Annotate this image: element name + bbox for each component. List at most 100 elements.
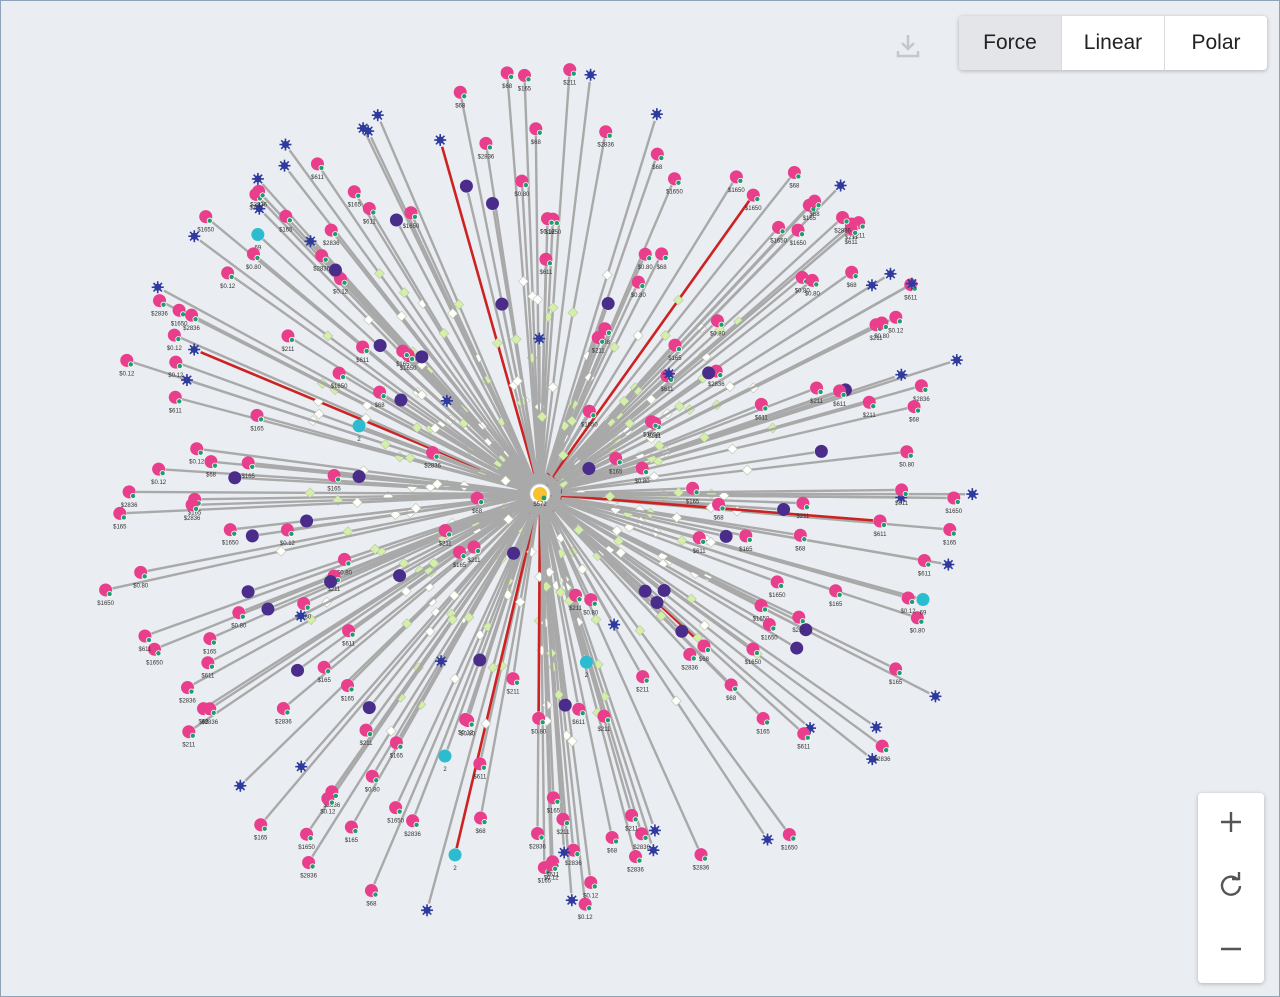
node-label: $211 [592,349,606,355]
node-label: $165 [609,469,623,475]
status-dot [717,372,724,379]
layout-force-button[interactable]: Force [959,16,1061,70]
teal-node [438,749,452,763]
purple-node [601,297,615,311]
zoom-out-button[interactable] [1198,920,1264,983]
status-dot [325,668,332,675]
node-label: $211 [281,347,295,353]
reset-zoom-button[interactable] [1198,856,1264,919]
node-label: $2836 [834,228,851,234]
node-label: $165 [739,547,753,553]
status-dot [590,412,597,419]
zoom-in-button[interactable] [1198,793,1264,856]
edge-diamond [601,269,613,281]
node-label: $1650 [403,224,420,230]
node-label: $68 [476,829,487,835]
status-dot [373,777,380,784]
node-label: $1650 [298,845,315,851]
status-dot [852,273,859,280]
star-node [966,488,979,501]
star-node [357,122,370,135]
status-dot [918,618,925,625]
status-dot [176,363,183,370]
node-label: $0.80 [365,787,381,793]
purple-node [582,462,596,476]
status-dot [284,709,291,716]
node-label: $165 [341,696,355,702]
node-label: $165 [889,680,903,686]
node-label: $1650 [97,601,114,607]
status-dot [413,821,420,828]
status-dot [120,514,127,521]
node-label: $68 [847,283,858,289]
status-dot [409,355,416,362]
node-label: $1650 [761,635,778,641]
status-dot [799,618,806,625]
status-dot [639,283,646,290]
status-dot [754,196,761,203]
status-dot [770,625,777,632]
node-label: $211 [327,587,341,593]
status-dot [746,536,753,543]
purple-node [324,575,338,589]
node-label: $211 [810,399,824,405]
node-label: $165 [279,227,293,233]
status-dot [370,209,377,216]
force-graph[interactable]: $2836 $165 $611 $0.80 $1650 $68 $211 $2836 $165 $… [0,0,1280,997]
status-dot [718,321,725,328]
status-dot [446,531,453,538]
node-label: $0.12 [540,230,556,236]
status-dot [591,883,598,890]
status-dot [605,329,612,336]
status-dot [950,530,957,537]
star-node [434,134,447,147]
node-label: $611 [693,549,707,555]
node-label: $2836 [201,720,218,726]
node-label: $2836 [627,868,644,874]
edge-diamond [547,381,559,393]
layout-polar-button[interactable]: Polar [1164,16,1267,70]
edge-diamond [304,487,316,499]
status-dot [249,463,256,470]
node-label: $2836 [404,832,421,838]
status-dot [349,631,356,638]
node-label: $611 [138,647,152,653]
node-label: $165 [348,203,362,209]
status-dot [616,459,623,466]
status-dot [804,734,811,741]
node-label: $1650 [945,509,962,515]
status-dot [486,144,493,151]
node-label: $0.12 [168,373,184,379]
purple-node [245,529,259,543]
layout-toggle: Force Linear Polar [959,16,1267,70]
star-node [421,904,434,917]
status-dot [563,820,570,827]
node-label: $211 [597,727,611,733]
status-dot [539,719,546,726]
status-dot [304,604,311,611]
status-dot [658,155,665,162]
minus-icon [1218,936,1244,967]
status-dot [189,732,196,739]
status-dot [460,553,467,560]
node-label: $2836 [597,143,614,149]
status-dot [367,731,374,738]
status-dot [870,403,877,410]
node-label: $611 [797,745,811,751]
star-node [942,558,955,571]
node-label: $0.12 [280,541,296,547]
status-dot [397,743,404,750]
node-label: $165 [829,602,843,608]
status-dot [606,132,613,139]
node-label: $611 [833,402,847,408]
layout-linear-button[interactable]: Linear [1061,16,1164,70]
purple-node [790,641,804,655]
node-label: $211 [360,741,374,747]
node-label: $0.12 [888,328,904,334]
node-label: $1650 [222,541,239,547]
status-dot [155,650,162,657]
download-button[interactable] [890,30,926,66]
node-label: $2836 [184,516,201,522]
star-node [761,833,774,846]
star-node [834,179,847,192]
